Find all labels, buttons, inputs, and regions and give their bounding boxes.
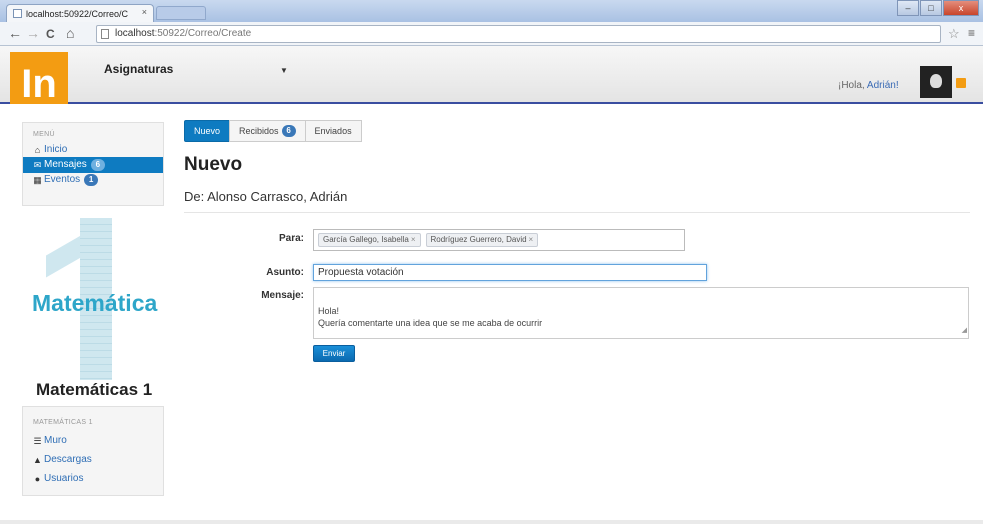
recipient-chip[interactable]: Rodríguez Guerrero, David × (425, 233, 539, 247)
maximize-button[interactable]: □ (920, 0, 942, 16)
events-count-badge: 1 (84, 174, 99, 186)
user-greeting: ¡Hola, Adrián! (838, 80, 899, 91)
forward-icon[interactable]: → (26, 25, 40, 41)
sidebar-item-label: Mensajes (44, 159, 87, 170)
notification-icon[interactable] (956, 78, 966, 88)
minimize-button[interactable]: – (897, 0, 919, 16)
tab-close-icon[interactable]: × (142, 7, 147, 17)
url-host: localhost (115, 28, 155, 39)
sidebar-item-inicio[interactable]: ⌂ Inicio (23, 143, 163, 157)
sidebar-item-label: Inicio (44, 144, 68, 155)
url-input[interactable]: localhost:50922/Correo/Create (96, 25, 941, 43)
inbox-count-badge: 6 (281, 125, 296, 137)
sidebar-menu: MENÚ ⌂ Inicio ✉ Mensajes 6 ▦ Eventos 1 (22, 122, 164, 206)
sidebar-item-muro[interactable]: ☰ Muro (23, 431, 163, 450)
message-label: Mensaje: (261, 290, 304, 301)
logo-text: In (21, 62, 57, 106)
home-icon[interactable]: ⌂ (66, 25, 74, 41)
mail-tabs: Nuevo Recibidos 6 Enviados (184, 120, 362, 142)
subject-label: Asunto: (266, 267, 304, 278)
remove-recipient-icon[interactable]: × (529, 235, 534, 244)
browser-titlebar: localhost:50922/Correo/C × – □ x (0, 0, 983, 22)
sidebar-item-usuarios[interactable]: ● Usuarios (23, 469, 163, 488)
greeting-text: ¡Hola, (838, 80, 867, 91)
browser-tab[interactable]: localhost:50922/Correo/C × (6, 4, 154, 22)
subject-title: Matemáticas 1 (36, 380, 153, 399)
subject-graphic-label: Matemática (32, 290, 158, 316)
recipient-name: Rodríguez Guerrero, David (430, 235, 527, 244)
window-controls: – □ x (896, 0, 979, 16)
message-textarea[interactable]: Hola! Quería comentarte una idea que se … (313, 287, 969, 339)
course-menu: MATEMÁTICAS 1 ☰ Muro ▲ Descargas ● Usuar… (22, 406, 164, 496)
remove-recipient-icon[interactable]: × (411, 235, 416, 244)
sidebar-item-label: Eventos (44, 174, 81, 185)
messages-count-badge: 6 (90, 159, 105, 171)
recipient-name: García Gallego, Isabella (323, 235, 409, 244)
url-path: :50922/Correo/Create (154, 28, 252, 39)
app-navbar: In Asignaturas ▼ ¡Hola, Adrián! (0, 46, 983, 104)
divider (184, 212, 970, 213)
tab-label: Recibidos (239, 126, 279, 136)
new-tab-button[interactable] (156, 6, 206, 20)
course-menu-heading: MATEMÁTICAS 1 (33, 419, 93, 426)
page-title: Nuevo (184, 154, 243, 175)
list-icon: ☰ (33, 435, 42, 446)
home-icon: ⌂ (34, 145, 41, 155)
tab-title: localhost:50922/Correo/C (26, 8, 129, 19)
user-name-link[interactable]: Adrián! (867, 80, 899, 91)
back-icon[interactable]: ← (8, 25, 22, 41)
browser-menu-icon[interactable]: ≡ (968, 26, 975, 40)
page-icon (101, 29, 109, 39)
sidebar-item-mensajes[interactable]: ✉ Mensajes 6 (23, 157, 163, 173)
browser-toolbar: ← → C ⌂ localhost:50922/Correo/Create ☆ … (0, 22, 983, 46)
message-text: Hola! Quería comentarte una idea que se … (318, 306, 543, 328)
sidebar-menu-heading: MENÚ (33, 131, 55, 138)
footer (0, 520, 983, 524)
tab-enviados[interactable]: Enviados (304, 120, 362, 142)
calendar-icon: ▦ (33, 175, 42, 185)
sidebar-item-label: Descargas (44, 453, 92, 465)
sidebar-item-label: Muro (44, 434, 67, 446)
favicon-icon (13, 9, 22, 18)
recipients-field[interactable]: García Gallego, Isabella × Rodríguez Guer… (313, 229, 685, 251)
send-button[interactable]: Enviar (313, 345, 355, 362)
download-icon: ▲ (33, 454, 42, 465)
sidebar-item-eventos[interactable]: ▦ Eventos 1 (23, 173, 163, 187)
sidebar-item-label: Usuarios (44, 472, 84, 484)
resize-grip-icon[interactable]: ◢ (962, 325, 967, 337)
envelope-icon: ✉ (33, 160, 42, 170)
app-logo[interactable]: In (10, 52, 68, 104)
sender-line: De: Alonso Carrasco, Adrián (184, 189, 348, 204)
subjects-dropdown[interactable]: Asignaturas (104, 62, 173, 76)
tab-nuevo[interactable]: Nuevo (184, 120, 231, 142)
avatar[interactable] (920, 66, 952, 98)
subject-input[interactable] (313, 264, 707, 281)
close-window-button[interactable]: x (943, 0, 979, 16)
chevron-down-icon[interactable]: ▼ (280, 66, 288, 75)
sidebar-item-descargas[interactable]: ▲ Descargas (23, 450, 163, 469)
bookmark-star-icon[interactable]: ☆ (948, 26, 960, 42)
reload-icon[interactable]: C (46, 27, 55, 41)
tab-recibidos[interactable]: Recibidos 6 (229, 120, 306, 142)
tab-label: Enviados (314, 126, 352, 136)
tab-label: Nuevo (194, 126, 221, 136)
recipient-chip[interactable]: García Gallego, Isabella × (318, 233, 421, 247)
to-label: Para: (278, 233, 304, 244)
user-icon: ● (34, 473, 41, 484)
